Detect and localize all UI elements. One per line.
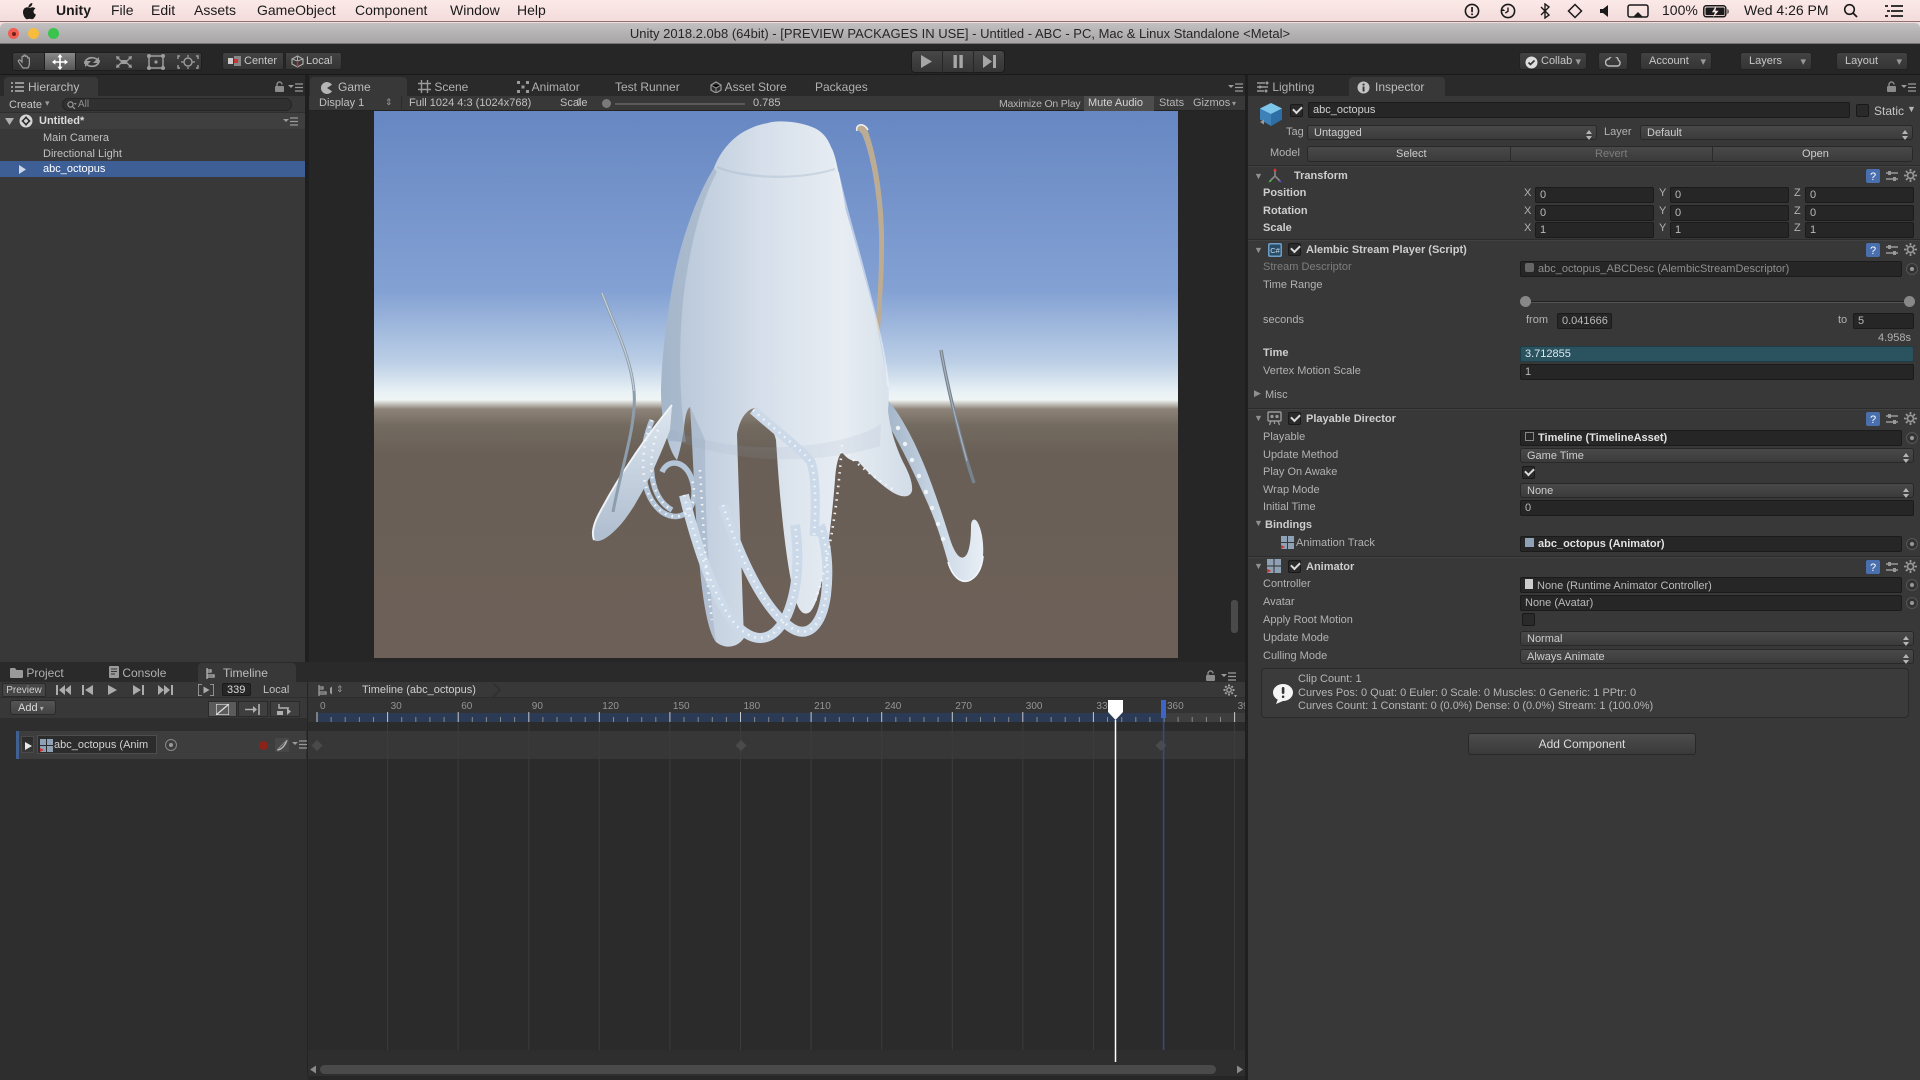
- svg-text:270: 270: [955, 701, 972, 712]
- svg-text:210: 210: [814, 701, 831, 712]
- svg-text:120: 120: [602, 701, 619, 712]
- svg-text:0: 0: [320, 701, 326, 712]
- svg-text:C#: C#: [1270, 246, 1280, 255]
- svg-text:60: 60: [461, 701, 473, 712]
- svg-text:?: ?: [1870, 245, 1876, 257]
- svg-text:?: ?: [1870, 171, 1876, 183]
- svg-text:360: 360: [1167, 701, 1184, 712]
- svg-text:390: 390: [1238, 701, 1245, 712]
- svg-text:150: 150: [673, 701, 690, 712]
- svg-text:240: 240: [885, 701, 902, 712]
- svg-text:?: ?: [1870, 562, 1876, 574]
- svg-text:?: ?: [1870, 414, 1876, 426]
- svg-text:30: 30: [391, 701, 403, 712]
- svg-text:90: 90: [532, 701, 544, 712]
- svg-text:180: 180: [744, 701, 761, 712]
- svg-text:300: 300: [1026, 701, 1043, 712]
